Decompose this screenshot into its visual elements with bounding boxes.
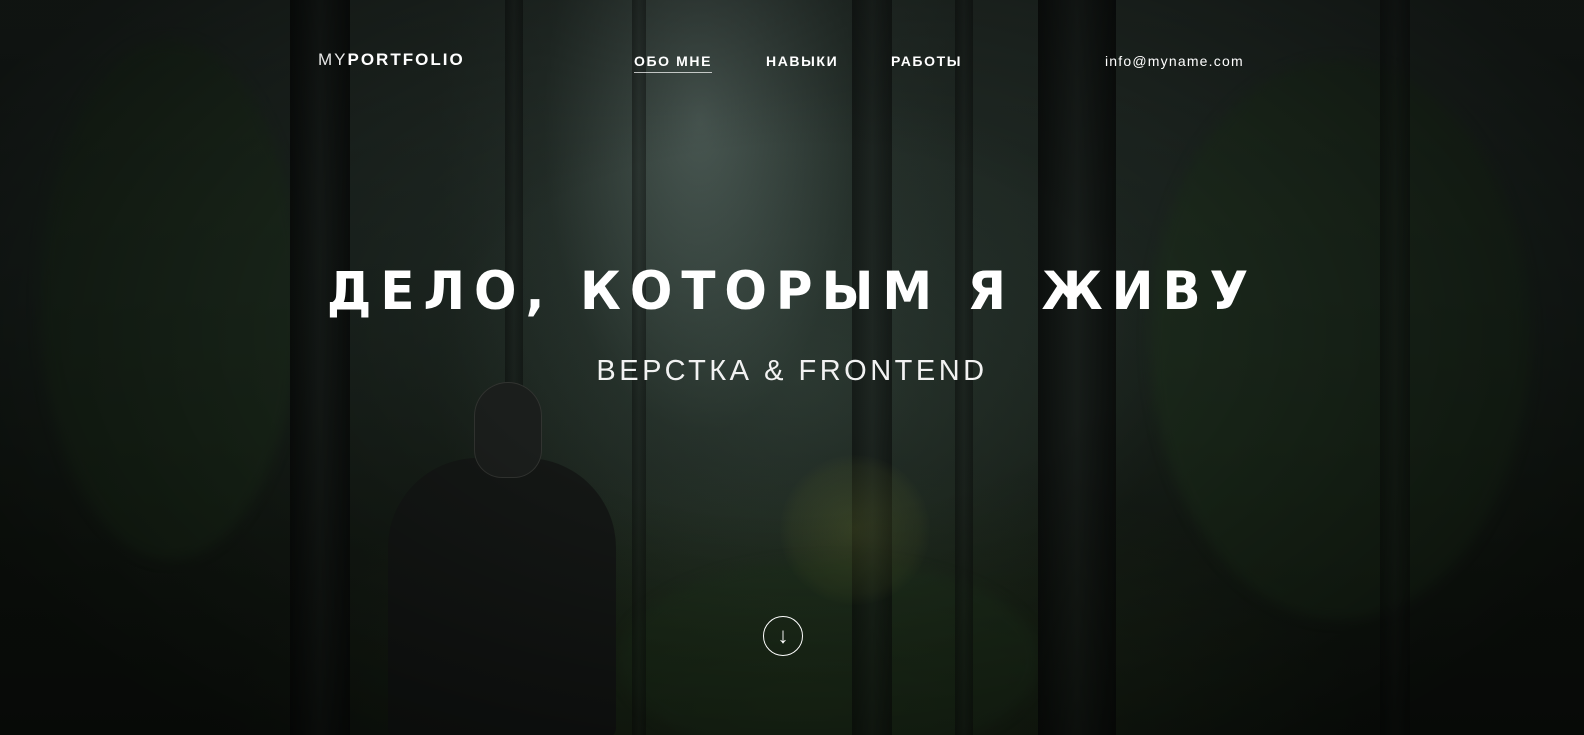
hero-subtitle: ВЕРСТКА & FRONTEND xyxy=(596,355,988,387)
site-header: MYPORTFOLIO ОБО МНЕ НАВЫКИ РАБОТЫ info@m… xyxy=(0,0,1584,120)
main-nav: ОБО МНЕ НАВЫКИ РАБОТЫ xyxy=(0,53,1584,77)
email-link[interactable]: info@myname.com xyxy=(1105,53,1244,69)
nav-item-about[interactable]: ОБО МНЕ xyxy=(634,53,713,73)
hero-section: MYPORTFOLIO ОБО МНЕ НАВЫКИ РАБОТЫ info@m… xyxy=(0,0,1584,735)
nav-item-skills[interactable]: НАВЫКИ xyxy=(766,53,838,72)
nav-item-works[interactable]: РАБОТЫ xyxy=(891,53,962,72)
scroll-down-button[interactable]: ↓ xyxy=(763,616,803,656)
hero-title: ДЕЛО, КОТОРЫМ Я ЖИВУ xyxy=(326,260,1258,322)
arrow-down-icon: ↓ xyxy=(777,623,789,648)
